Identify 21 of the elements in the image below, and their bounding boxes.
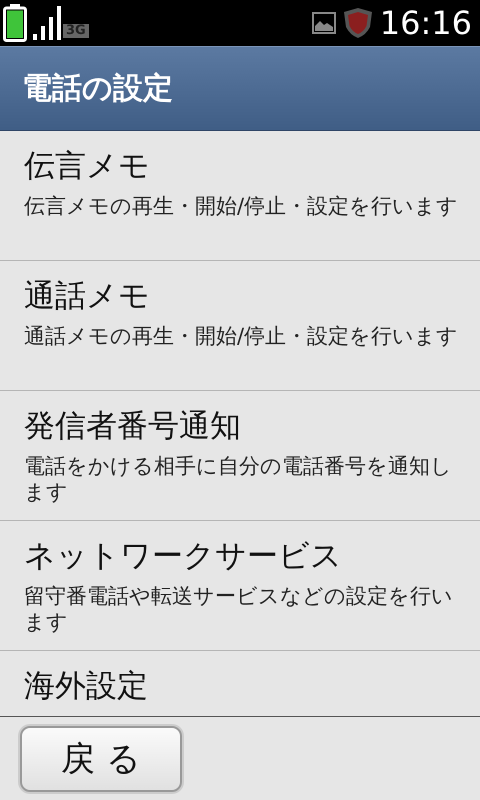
item-summary: 電話をかける相手に自分の電話番号を通知します <box>24 453 453 505</box>
item-title: 通話メモ <box>24 277 151 316</box>
settings-list-item[interactable]: 通話メモ 通話メモの再生・開始/停止・設定を行います <box>0 261 480 391</box>
shield-icon <box>342 7 374 39</box>
item-summary: 通話メモの再生・開始/停止・設定を行います <box>24 323 460 349</box>
settings-list-item[interactable]: 伝言メモ 伝言メモの再生・開始/停止・設定を行います <box>0 131 480 261</box>
battery-icon <box>3 4 27 42</box>
item-title: 海外設定 <box>24 667 149 706</box>
image-icon <box>312 12 336 34</box>
item-summary: 留守番電話や転送サービスなどの設定を行います <box>24 583 454 635</box>
item-title: ネットワークサービス <box>24 537 343 576</box>
settings-list-item[interactable]: ネットワークサービス 留守番電話や転送サービスなどの設定を行います <box>0 521 480 651</box>
clock-time: 16:16 <box>380 3 472 43</box>
signal-icon <box>33 6 61 40</box>
item-title: 発信者番号通知 <box>24 407 242 446</box>
item-title: 伝言メモ <box>24 147 151 186</box>
screen-title: 電話の設定 <box>22 70 173 108</box>
settings-list-item[interactable]: 発信者番号通知 電話をかける相手に自分の電話番号を通知します <box>0 391 480 521</box>
item-summary: 伝言メモの再生・開始/停止・設定を行います <box>24 193 460 219</box>
back-button[interactable]: 戻 る <box>20 726 182 792</box>
network-type: 3G <box>63 24 89 38</box>
